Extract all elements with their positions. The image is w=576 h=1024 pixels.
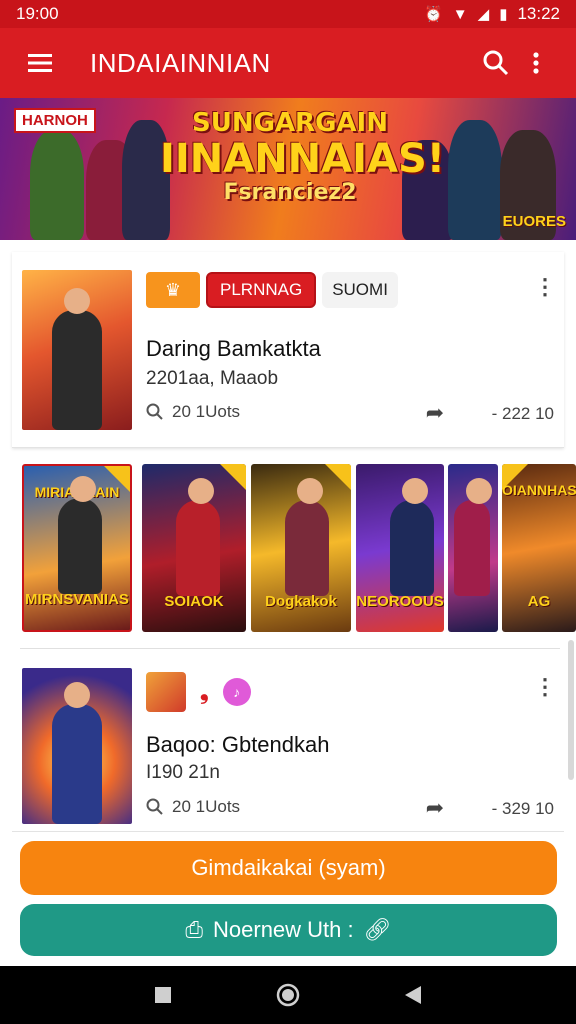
comma-icon: ❟ xyxy=(200,679,209,704)
wifi-icon: ▼ xyxy=(452,5,468,23)
banner-title-line3: Fsranciez2 xyxy=(223,180,357,205)
app-title: INDAIAINNIAN xyxy=(90,47,271,78)
menu-button[interactable] xyxy=(20,43,60,83)
card-thumbnail[interactable] xyxy=(22,668,132,824)
home-circle-icon xyxy=(276,983,300,1007)
banner-tag: HARNOH xyxy=(14,108,96,133)
card-chips: ♛ PLRNNAG SUOMI xyxy=(146,272,398,308)
tile-label: NEOROOUS xyxy=(356,593,444,610)
card-count: - 222 10 xyxy=(491,404,554,423)
overflow-menu-button[interactable] xyxy=(516,43,556,83)
back-triangle-icon xyxy=(405,986,422,1004)
banner-title-line1: SUNGARGAIN xyxy=(192,108,388,138)
banner-title-line2: IINANNAIAS! xyxy=(160,136,445,182)
music-icon[interactable]: ♪ xyxy=(222,678,251,706)
card-icons: ❟ ♪ xyxy=(146,672,251,712)
printer-icon: ⎙ xyxy=(185,917,204,942)
game-icon: ♛ xyxy=(164,279,182,300)
banner-character xyxy=(448,120,502,240)
tile-badge xyxy=(325,464,351,490)
share-icon[interactable]: ➦ xyxy=(426,795,444,821)
search-button[interactable] xyxy=(476,43,516,83)
thumbnail-character xyxy=(52,682,102,824)
card-meta: 20 1Uots xyxy=(146,402,240,422)
app-bar: INDAIAINNIAN xyxy=(0,28,576,98)
square-icon xyxy=(154,987,171,1003)
tile-character xyxy=(390,478,434,596)
alarm-icon: ⏰ xyxy=(424,5,443,23)
tile-badge xyxy=(220,464,246,490)
tile-character xyxy=(454,478,492,596)
tile-character xyxy=(176,478,220,596)
tile-top-text: OIANNHAS xyxy=(502,482,576,498)
card-count: - 329 10 xyxy=(491,799,554,818)
more-vert-icon xyxy=(533,52,539,74)
tile-character xyxy=(58,476,102,594)
search-icon xyxy=(146,798,163,815)
banner-title: SUNGARGAIN IINANNAIAS! Fsranciez2 xyxy=(160,108,445,205)
card-meta: 20 1Uots xyxy=(146,797,240,817)
status-icons: ⏰ ▼ ◢ ▮ 13:22 xyxy=(424,4,560,24)
feed-card[interactable]: ❟ ♪ ⋮ Baqoo: Gbtendkah I190 21n 20 1Uots… xyxy=(12,652,564,832)
secondary-action-label: Noernew Uth : xyxy=(213,917,354,942)
card-thumbnail[interactable] xyxy=(22,270,132,430)
game-carousel[interactable]: MIRIAOAAIN MIRNSVANIAS SOIAOK Dogkakok N… xyxy=(0,462,576,634)
game-tile[interactable]: SOIAOK xyxy=(142,464,246,632)
tile-label: AG xyxy=(527,593,551,610)
primary-action-button[interactable]: Gimdaikakai (syam) xyxy=(20,841,557,895)
card-meta-text: 20 1Uots xyxy=(172,402,241,421)
search-icon xyxy=(146,403,163,420)
game-tile[interactable]: OIANNHAS AG xyxy=(502,464,576,632)
secondary-action-button[interactable]: ⎙ Noernew Uth : 🔗︎ xyxy=(20,904,557,956)
battery-icon: ▮ xyxy=(499,5,508,23)
game-tile[interactable]: NEOROOUS xyxy=(356,464,444,632)
link-icon: 🔗︎ xyxy=(363,917,392,942)
search-icon xyxy=(483,50,509,76)
thumbnail-character xyxy=(52,288,102,430)
signal-icon: ◢ xyxy=(477,5,490,23)
back-button[interactable] xyxy=(393,975,433,1015)
card-subtitle: I190 21n xyxy=(146,762,220,783)
feed-card[interactable]: ♛ PLRNNAG SUOMI ⋮ Daring Bamkatkta 2201a… xyxy=(12,252,564,448)
system-nav-bar xyxy=(0,966,576,1024)
tile-label: Dogkakok xyxy=(265,593,337,610)
home-button[interactable] xyxy=(268,975,308,1015)
game-tile[interactable]: Dogkakok xyxy=(251,464,351,632)
card-more-icon[interactable]: ⋮ xyxy=(534,674,556,700)
promo-banner[interactable]: HARNOH SUNGARGAIN IINANNAIAS! Fsranciez2… xyxy=(0,98,576,240)
tag-chip[interactable]: SUOMI xyxy=(322,272,398,308)
tile-label: SOIAOK xyxy=(164,593,224,610)
section-divider xyxy=(20,648,560,649)
status-bar: 19:00 ⏰ ▼ ◢ ▮ 13:22 xyxy=(0,0,576,28)
scrollbar[interactable] xyxy=(568,640,574,780)
card-subtitle: 2201aa, Maaob xyxy=(146,368,279,389)
card-more-icon[interactable]: ⋮ xyxy=(534,274,556,300)
status-time-left: 19:00 xyxy=(16,4,59,23)
game-tile[interactable] xyxy=(448,464,498,632)
card-meta-text: 20 1Uots xyxy=(172,797,241,816)
game-avatar[interactable] xyxy=(146,672,186,712)
recents-button[interactable] xyxy=(143,975,183,1015)
primary-action-label: Gimdaikakai (syam) xyxy=(191,855,386,880)
status-time-right: 13:22 xyxy=(517,4,560,23)
game-tile[interactable]: MIRIAOAAIN MIRNSVANIAS xyxy=(22,464,132,632)
game-chip[interactable]: ♛ xyxy=(146,272,200,308)
hamburger-icon xyxy=(28,54,52,72)
banner-corner-text: EUORES xyxy=(502,213,566,230)
tile-label: MIRNSVANIAS xyxy=(25,591,129,608)
share-icon[interactable]: ➦ xyxy=(426,400,444,426)
tile-character xyxy=(285,478,329,596)
category-chip[interactable]: PLRNNAG xyxy=(206,272,317,308)
card-title[interactable]: Baqoo: Gbtendkah xyxy=(146,732,329,758)
banner-character xyxy=(30,130,84,240)
card-title[interactable]: Daring Bamkatkta xyxy=(146,336,321,362)
